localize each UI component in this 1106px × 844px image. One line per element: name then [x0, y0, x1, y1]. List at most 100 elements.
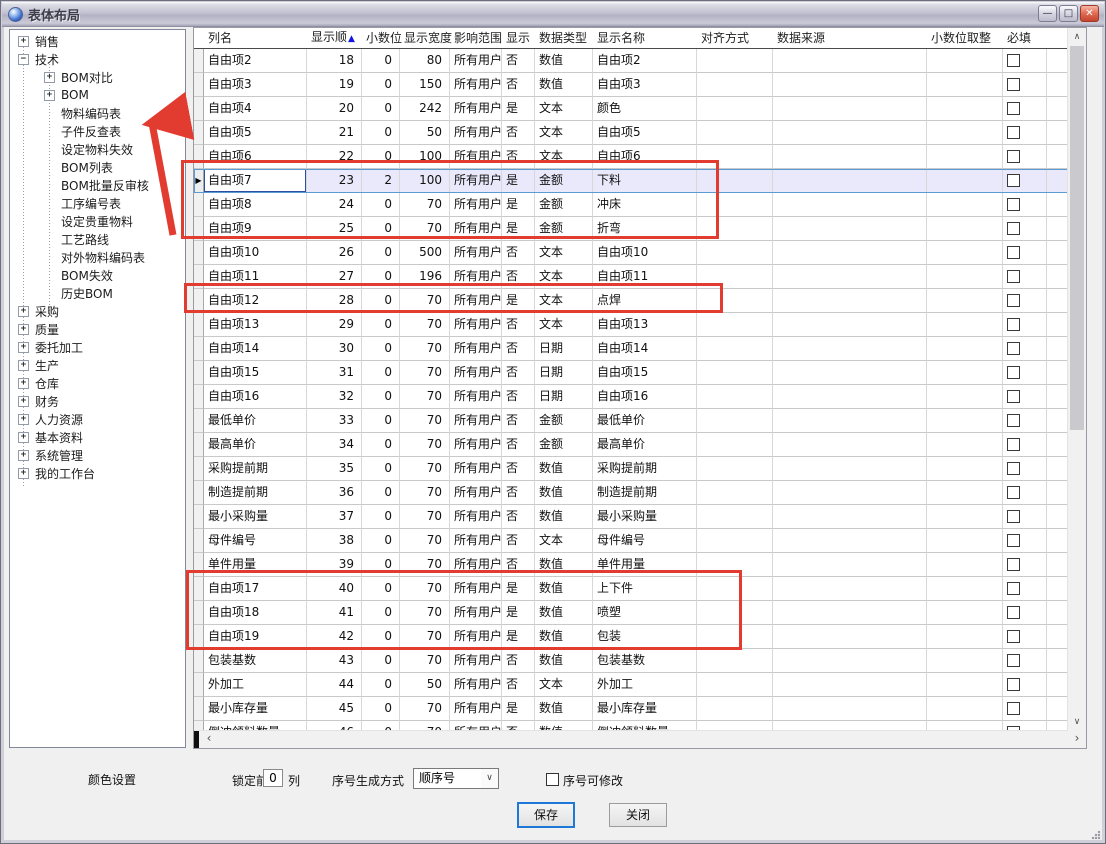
cell-rounding[interactable]: [927, 337, 1003, 361]
cell-column-name[interactable]: 单件用量: [204, 553, 307, 577]
cell-column-name[interactable]: 自由项19: [204, 625, 307, 649]
required-checkbox[interactable]: [1007, 246, 1020, 259]
required-checkbox[interactable]: [1007, 342, 1020, 355]
cell-source[interactable]: [773, 409, 927, 433]
cell-display-order[interactable]: 21: [307, 121, 362, 145]
table-row-10[interactable]: 自由项12 28 0 70 所有用户 是 文本 点焊: [194, 289, 1068, 313]
cell-display-name[interactable]: 最小采购量: [593, 505, 697, 529]
cell-data-type[interactable]: 金额: [535, 193, 593, 217]
cell-source[interactable]: [773, 169, 927, 193]
cell-display[interactable]: 否: [502, 433, 535, 457]
cell-source[interactable]: [773, 601, 927, 625]
cell-scope[interactable]: 所有用户: [450, 601, 502, 625]
row-selector[interactable]: [194, 625, 204, 649]
cell-data-type[interactable]: 数值: [535, 457, 593, 481]
cell-scope[interactable]: 所有用户: [450, 193, 502, 217]
cell-align[interactable]: [697, 649, 773, 673]
cell-align[interactable]: [697, 433, 773, 457]
cell-decimals[interactable]: 0: [362, 457, 400, 481]
cell-source[interactable]: [773, 553, 927, 577]
cell-display-name[interactable]: 自由项5: [593, 121, 697, 145]
cell-rounding[interactable]: [927, 73, 1003, 97]
cell-decimals[interactable]: 2: [362, 169, 400, 193]
cell-decimals[interactable]: 0: [362, 337, 400, 361]
cell-source[interactable]: [773, 529, 927, 553]
expander-icon[interactable]: +: [18, 378, 29, 389]
expander-icon[interactable]: +: [18, 450, 29, 461]
cell-display-name[interactable]: 自由项2: [593, 49, 697, 73]
cell-display[interactable]: 否: [502, 49, 535, 73]
row-selector[interactable]: [194, 361, 204, 385]
required-checkbox[interactable]: [1007, 438, 1020, 451]
cell-scope[interactable]: 所有用户: [450, 481, 502, 505]
cell-align[interactable]: [697, 553, 773, 577]
cell-column-name[interactable]: 最小采购量: [204, 505, 307, 529]
expander-icon[interactable]: +: [18, 432, 29, 443]
cell-rounding[interactable]: [927, 265, 1003, 289]
col-header-order[interactable]: 显示顺▲: [307, 28, 362, 49]
row-selector[interactable]: [194, 73, 204, 97]
serial-method-select[interactable]: 顺序号 ∨: [413, 768, 499, 789]
required-checkbox[interactable]: [1007, 462, 1020, 475]
close-icon[interactable]: ✕: [1080, 5, 1099, 22]
cell-rounding[interactable]: [927, 673, 1003, 697]
cell-scope[interactable]: 所有用户: [450, 121, 502, 145]
tree-item-6[interactable]: 设定物料失效: [10, 140, 185, 158]
cell-scope[interactable]: 所有用户: [450, 625, 502, 649]
cell-display[interactable]: 是: [502, 289, 535, 313]
cell-display-name[interactable]: 自由项15: [593, 361, 697, 385]
cell-rounding[interactable]: [927, 697, 1003, 721]
cell-display-order[interactable]: 33: [307, 409, 362, 433]
cell-column-name[interactable]: 自由项8: [204, 193, 307, 217]
cell-scope[interactable]: 所有用户: [450, 577, 502, 601]
scroll-right-icon[interactable]: ›: [1068, 731, 1086, 748]
cell-scope[interactable]: 所有用户: [450, 337, 502, 361]
cell-scope[interactable]: 所有用户: [450, 697, 502, 721]
expander-icon[interactable]: −: [18, 54, 29, 65]
table-row-0[interactable]: 自由项2 18 0 80 所有用户 否 数值 自由项2: [194, 49, 1068, 73]
cell-data-type[interactable]: 文本: [535, 289, 593, 313]
cell-rounding[interactable]: [927, 553, 1003, 577]
tree-item-15[interactable]: + 采购: [10, 302, 185, 320]
cell-display-name[interactable]: 自由项3: [593, 73, 697, 97]
cell-column-name[interactable]: 自由项16: [204, 385, 307, 409]
cell-align[interactable]: [697, 121, 773, 145]
cell-decimals[interactable]: 0: [362, 553, 400, 577]
tree-item-4[interactable]: 物料编码表: [10, 104, 185, 122]
cell-display[interactable]: 是: [502, 625, 535, 649]
table-row-5[interactable]: ▶ 自由项7 23 2 100 所有用户 是 金额 下料: [194, 169, 1068, 193]
row-selector[interactable]: [194, 145, 204, 169]
cell-display-width[interactable]: 150: [400, 73, 450, 97]
cell-display[interactable]: 是: [502, 217, 535, 241]
cell-display-name[interactable]: 自由项14: [593, 337, 697, 361]
cell-display-name[interactable]: 喷塑: [593, 601, 697, 625]
cell-column-name[interactable]: 自由项6: [204, 145, 307, 169]
cell-data-type[interactable]: 数值: [535, 49, 593, 73]
color-settings-link[interactable]: 颜色设置: [88, 771, 136, 788]
cell-rounding[interactable]: [927, 49, 1003, 73]
required-checkbox[interactable]: [1007, 198, 1020, 211]
cell-data-type[interactable]: 日期: [535, 385, 593, 409]
cell-rounding[interactable]: [927, 601, 1003, 625]
cell-column-name[interactable]: 自由项10: [204, 241, 307, 265]
cell-scope[interactable]: 所有用户: [450, 649, 502, 673]
cell-display-width[interactable]: 70: [400, 193, 450, 217]
col-header-rounding[interactable]: 小数位取整: [927, 29, 1003, 48]
cell-display-width[interactable]: 70: [400, 433, 450, 457]
cell-display[interactable]: 否: [502, 553, 535, 577]
cell-display[interactable]: 是: [502, 577, 535, 601]
cell-scope[interactable]: 所有用户: [450, 385, 502, 409]
cell-column-name[interactable]: 自由项11: [204, 265, 307, 289]
cell-display-width[interactable]: 70: [400, 289, 450, 313]
table-row-27[interactable]: 最小库存量 45 0 70 所有用户 是 数值 最小库存量: [194, 697, 1068, 721]
cell-display-width[interactable]: 70: [400, 313, 450, 337]
row-selector[interactable]: [194, 385, 204, 409]
required-checkbox[interactable]: [1007, 222, 1020, 235]
lock-columns-input[interactable]: [263, 769, 283, 787]
cell-display[interactable]: 否: [502, 145, 535, 169]
row-selector[interactable]: [194, 457, 204, 481]
cell-align[interactable]: [697, 73, 773, 97]
cell-align[interactable]: [697, 625, 773, 649]
cell-decimals[interactable]: 0: [362, 409, 400, 433]
cell-source[interactable]: [773, 97, 927, 121]
